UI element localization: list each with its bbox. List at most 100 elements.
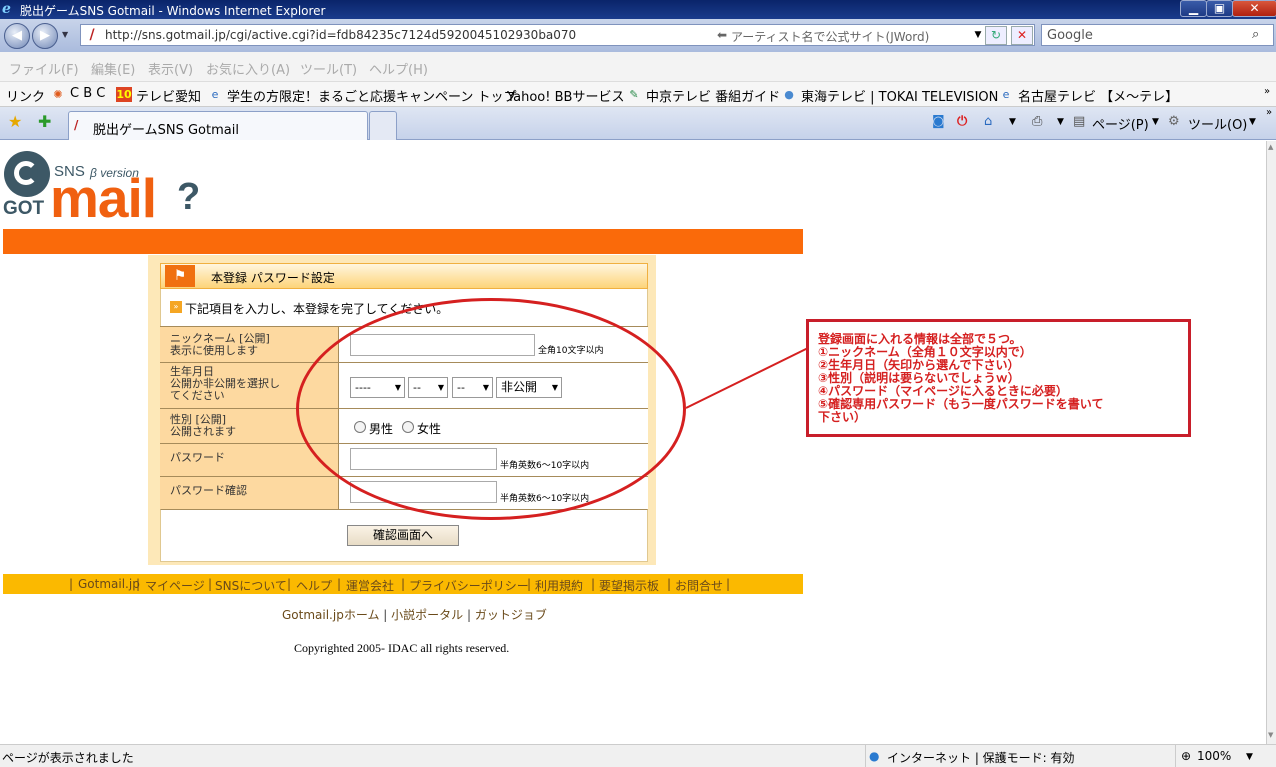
scroll-up-icon[interactable]: ▲ — [1268, 143, 1273, 151]
footer-link-company[interactable]: 運営会社 — [346, 577, 394, 594]
link-yahoo-bb[interactable]: Yahoo! BBサービス — [507, 86, 624, 105]
power-icon[interactable]: ⏻ — [957, 114, 967, 129]
footer-divider: | — [337, 577, 342, 591]
link-campaign[interactable]: 学生の方限定！まるごと応援キャンペーン トップ — [227, 86, 516, 105]
new-tab-button[interactable] — [369, 111, 397, 140]
refresh-button[interactable]: ↻ — [985, 26, 1007, 45]
search-box[interactable]: Google ⌕ — [1041, 24, 1274, 46]
close-button[interactable]: ✕ — [1232, 0, 1276, 17]
jword-suggestion[interactable]: アーティスト名で公式サイト(JWord) — [731, 28, 929, 45]
jword-arrow-icon: ⬅ — [717, 28, 728, 42]
ie-logo-icon: e — [2, 1, 11, 17]
menu-tools[interactable]: ツール(T) — [300, 59, 357, 78]
search-input[interactable]: Google — [1047, 28, 1093, 43]
page-icon: ▤ — [1073, 114, 1086, 129]
title-bar: e 脱出ゲームSNS Gotmail - Windows Internet Ex… — [0, 0, 1276, 19]
footer-link-novel-portal[interactable]: 小説ポータル — [391, 608, 463, 622]
link-tv-aichi[interactable]: テレビ愛知 — [136, 86, 201, 105]
logo-ring — [14, 161, 38, 185]
footer-divider: | — [69, 577, 74, 591]
page-content: SNS β version GOT mail ? ⚑ 本登録 パスワード設定 »… — [0, 141, 1266, 744]
menu-help[interactable]: ヘルプ(H) — [369, 59, 428, 78]
footer-link-gutjob[interactable]: ガットジョブ — [475, 608, 547, 622]
history-dropdown-icon[interactable]: ▼ — [62, 30, 68, 39]
ie-page-icon: e — [1002, 88, 1010, 101]
connector-line — [686, 347, 809, 409]
window-title: 脱出ゲームSNS Gotmail - Windows Internet Expl… — [20, 4, 326, 18]
tab-gotmail[interactable]: / 脱出ゲームSNS Gotmail — [68, 111, 368, 140]
footer-link-contact[interactable]: お問合せ — [675, 577, 723, 594]
links-label: リンク — [6, 90, 46, 105]
chevron-down-icon[interactable]: ▼ — [1009, 117, 1016, 127]
footer-link-home[interactable]: Gotmail.jpホーム — [282, 608, 379, 622]
scroll-down-icon[interactable]: ▼ — [1268, 731, 1273, 739]
menu-favorites[interactable]: お気に入り(A) — [206, 59, 290, 78]
address-bar[interactable]: / http://sns.gotmail.jp/cgi/active.cgi?i… — [80, 24, 1035, 46]
footer-link-requests[interactable]: 要望掲示板 — [599, 577, 659, 594]
chevron-right-icon[interactable]: » — [1266, 107, 1272, 118]
page-menu-button[interactable]: ページ(P) — [1092, 114, 1149, 133]
home-icon[interactable]: ⌂ — [984, 114, 992, 129]
footer-divider: | — [467, 608, 475, 622]
footer-link-about-sns[interactable]: SNSについて — [215, 577, 287, 594]
forward-button[interactable]: ▶ — [32, 23, 58, 49]
link-nagoya-tv[interactable]: 名古屋テレビ 【メ～テレ】 — [1018, 86, 1178, 105]
zoom-level[interactable]: 100% — [1197, 749, 1231, 763]
status-bar: ページが表示されました ● インターネット | 保護モード: 有効 ⊕ 100%… — [0, 744, 1276, 767]
footer-divider: | — [383, 608, 392, 622]
footer-divider: | — [208, 577, 213, 591]
address-dropdown-icon[interactable]: ▼ — [971, 27, 985, 43]
submit-row: 確認画面へ — [160, 509, 648, 562]
footer-divider: | — [287, 577, 292, 591]
footer-nav: | Gotmail.jp | マイページ | SNSについて | ヘルプ | 運… — [3, 574, 803, 594]
chevron-down-icon[interactable]: ▼ — [1246, 752, 1253, 762]
minimize-button[interactable]: ▁ — [1180, 0, 1207, 17]
copyright: Copyrighted 2005- IDAC all rights reserv… — [294, 641, 510, 655]
link-tokai-tv[interactable]: 東海テレビ | TOKAI TELEVISION — [801, 86, 998, 105]
security-zone[interactable]: インターネット | 保護モード: 有効 — [887, 749, 1075, 766]
link-cbc[interactable]: C B C — [70, 86, 105, 101]
logo-mark — [4, 151, 50, 197]
add-favorites-icon[interactable]: ✚ — [38, 112, 51, 131]
footer-link-terms[interactable]: 利用規約 — [535, 577, 583, 594]
status-message: ページが表示されました — [2, 751, 134, 765]
chevron-down-icon[interactable]: ▼ — [1249, 117, 1256, 127]
footer-link-gotmail[interactable]: Gotmail.jp — [78, 577, 140, 591]
nickname-label-line2: 表示に使用します — [170, 344, 258, 357]
logo-mail-text: mail — [50, 167, 157, 229]
menu-file[interactable]: ファイル(F) — [9, 59, 79, 78]
url-text[interactable]: http://sns.gotmail.jp/cgi/active.cgi?id=… — [105, 28, 576, 42]
footer-divider: | — [726, 577, 731, 591]
link-chukyo-tv[interactable]: 中京テレビ 番組ガイド — [646, 86, 780, 105]
feeds-icon[interactable]: ◙ — [932, 114, 945, 129]
links-bar: リンク ✺ C B C 10 テレビ愛知 e 学生の方限定！まるごと応援キャンペ… — [0, 82, 1276, 107]
tva-icon: 10 — [116, 87, 132, 102]
page-favicon-icon: / — [74, 118, 79, 132]
back-button[interactable]: ◀ — [4, 23, 30, 49]
footer-link-mypage[interactable]: マイページ — [145, 577, 205, 594]
tokai-icon: ● — [784, 88, 794, 101]
status-divider — [865, 745, 866, 767]
footer-link-privacy[interactable]: プライバシーポリシー — [409, 577, 529, 594]
gear-icon: ⚙ — [1168, 114, 1180, 129]
stop-button[interactable]: ✕ — [1011, 26, 1033, 45]
search-icon[interactable]: ⌕ — [1252, 27, 1259, 42]
print-icon[interactable]: ⎙ — [1032, 114, 1042, 129]
chevron-down-icon[interactable]: ▼ — [1057, 117, 1064, 127]
favorites-star-icon[interactable]: ★ — [8, 112, 22, 131]
tab-bar: ★ ✚ / 脱出ゲームSNS Gotmail ◙ ⏻ ⌂ ▼ ⎙ ▼ ▤ ページ… — [0, 107, 1276, 140]
chevron-down-icon[interactable]: ▼ — [1152, 117, 1159, 127]
footer-divider: | — [401, 577, 406, 591]
menu-edit[interactable]: 編集(E) — [91, 59, 135, 78]
tools-menu-button[interactable]: ツール(O) — [1188, 114, 1247, 133]
menu-view[interactable]: 表示(V) — [148, 59, 193, 78]
menu-bar: ファイル(F) 編集(E) 表示(V) お気に入り(A) ツール(T) ヘルプ(… — [0, 52, 1276, 82]
footer-link-help[interactable]: ヘルプ — [296, 577, 332, 594]
annotation-line-7: 下さい） — [818, 410, 867, 424]
password-confirm-label-text: パスワード確認 — [170, 484, 247, 497]
annotation-connector — [686, 347, 809, 409]
confirm-button[interactable]: 確認画面へ — [347, 525, 459, 546]
maximize-button[interactable]: ▣ — [1206, 0, 1233, 17]
chevron-right-icon[interactable]: » — [1264, 86, 1270, 97]
vertical-scrollbar[interactable]: ▲ ▼ — [1266, 141, 1276, 744]
